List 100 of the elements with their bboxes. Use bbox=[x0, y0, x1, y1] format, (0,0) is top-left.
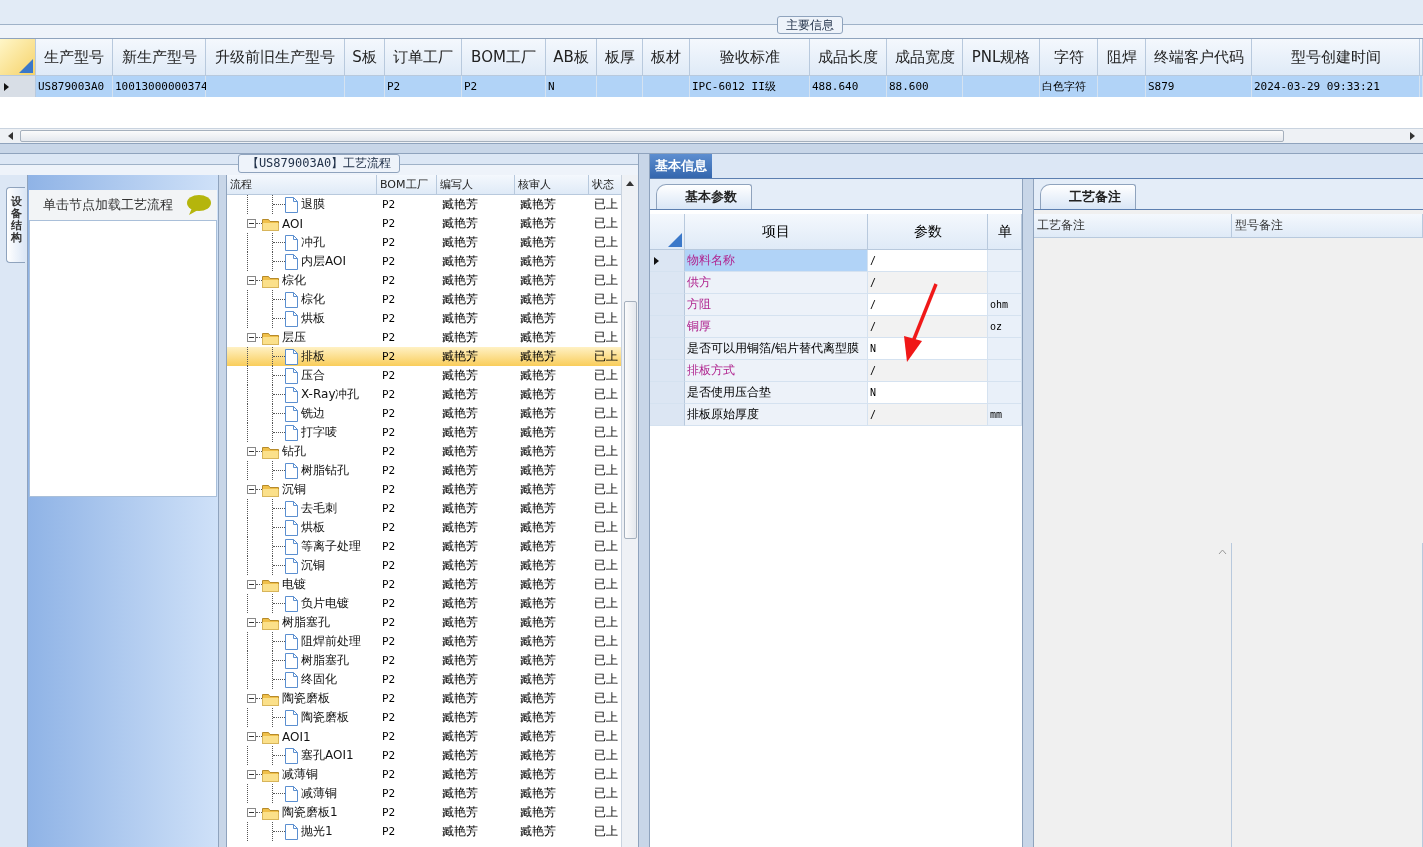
tree-row[interactable]: 减薄铜 P2 臧艳芳 臧艳芳 已上 bbox=[227, 784, 621, 803]
row-header[interactable] bbox=[0, 76, 36, 97]
side-tab[interactable]: 设备结构 bbox=[6, 187, 25, 264]
column-header[interactable]: 参数 bbox=[868, 214, 988, 250]
column-header[interactable]: 项目 bbox=[685, 214, 868, 250]
tree-row[interactable]: 减薄铜 P2 臧艳芳 臧艳芳 已上 bbox=[227, 765, 621, 784]
column-header[interactable]: 单 bbox=[988, 214, 1022, 250]
row-header[interactable] bbox=[650, 250, 685, 272]
column-header[interactable]: 工艺备注 bbox=[1034, 214, 1232, 238]
tree-node[interactable]: 阻焊前处理 bbox=[298, 633, 364, 650]
tree-row[interactable]: 阻焊前处理 P2 臧艳芳 臧艳芳 已上 bbox=[227, 632, 621, 651]
column-header[interactable]: 流程 bbox=[227, 175, 377, 194]
tree-row[interactable]: 树脂钻孔 P2 臧艳芳 臧艳芳 已上 bbox=[227, 461, 621, 480]
column-header[interactable]: 编写人 bbox=[437, 175, 515, 194]
tree-row[interactable]: 退膜 P2 臧艳芳 臧艳芳 已上 bbox=[227, 195, 621, 214]
splitter-bar[interactable] bbox=[218, 175, 227, 847]
tree-node[interactable]: 棕化 bbox=[298, 291, 328, 308]
tree-row[interactable]: 去毛刺 P2 臧艳芳 臧艳芳 已上 bbox=[227, 499, 621, 518]
tree-row[interactable]: 陶瓷磨板 P2 臧艳芳 臧艳芳 已上 bbox=[227, 708, 621, 727]
tree-row[interactable]: 沉铜 P2 臧艳芳 臧艳芳 已上 bbox=[227, 480, 621, 499]
tree-row[interactable]: 电镀 P2 臧艳芳 臧艳芳 已上 bbox=[227, 575, 621, 594]
tree-node[interactable]: 等离子处理 bbox=[298, 538, 364, 555]
tree-row[interactable]: 排板 P2 臧艳芳 臧艳芳 已上 bbox=[227, 347, 621, 366]
tree-row[interactable]: X-Ray冲孔 P2 臧艳芳 臧艳芳 已上 bbox=[227, 385, 621, 404]
column-header[interactable]: 板材 bbox=[643, 39, 690, 76]
tree-node[interactable]: 电镀 bbox=[279, 576, 309, 593]
collapse-icon[interactable] bbox=[247, 580, 256, 589]
tree-node[interactable]: 退膜 bbox=[298, 196, 328, 213]
collapse-icon[interactable] bbox=[247, 447, 256, 456]
scroll-right-icon[interactable] bbox=[1407, 131, 1417, 141]
tree-row[interactable]: 等离子处理 P2 臧艳芳 臧艳芳 已上 bbox=[227, 537, 621, 556]
tree-node[interactable]: 排板 bbox=[298, 348, 328, 365]
column-header[interactable]: BOM工厂 bbox=[462, 39, 546, 76]
column-header[interactable]: 型号备注 bbox=[1232, 214, 1423, 238]
tree-node[interactable]: 陶瓷磨板 bbox=[298, 709, 352, 726]
column-header[interactable]: 型号创建时间 bbox=[1252, 39, 1420, 76]
tree-row[interactable]: 冲孔 P2 臧艳芳 臧艳芳 已上 bbox=[227, 233, 621, 252]
tree-row[interactable]: 抛光1 P2 臧艳芳 臧艳芳 已上 bbox=[227, 822, 621, 841]
tab[interactable]: 基本信息 bbox=[650, 154, 712, 178]
tree-row[interactable]: 打字唛 P2 臧艳芳 臧艳芳 已上 bbox=[227, 423, 621, 442]
tree-row[interactable]: 烘板 P2 臧艳芳 臧艳芳 已上 bbox=[227, 518, 621, 537]
column-header[interactable]: 订单工厂 bbox=[385, 39, 462, 76]
tree-node[interactable]: 压合 bbox=[298, 367, 328, 384]
scroll-left-icon[interactable] bbox=[6, 131, 16, 141]
tree-row[interactable]: 塞孔AOI1 P2 臧艳芳 臧艳芳 已上 bbox=[227, 746, 621, 765]
tree-node[interactable]: 内层AOI bbox=[298, 253, 349, 270]
tree-node[interactable]: AOI bbox=[279, 216, 306, 231]
scrollbar[interactable] bbox=[0, 128, 1423, 143]
tree-node[interactable]: 负片电镀 bbox=[298, 595, 352, 612]
tree-row[interactable]: AOI P2 臧艳芳 臧艳芳 已上 bbox=[227, 214, 621, 233]
column-header[interactable]: 阻焊 bbox=[1098, 39, 1146, 76]
tree-node[interactable]: 层压 bbox=[279, 329, 309, 346]
tree-node[interactable]: 冲孔 bbox=[298, 234, 328, 251]
tree-node[interactable]: 塞孔AOI1 bbox=[298, 747, 357, 764]
column-header[interactable]: BOM工厂 bbox=[377, 175, 437, 194]
tree-row[interactable]: 陶瓷磨板1 P2 臧艳芳 臧艳芳 已上 bbox=[227, 803, 621, 822]
column-header[interactable]: S板 bbox=[345, 39, 385, 76]
collapse-icon[interactable] bbox=[247, 770, 256, 779]
scroll-up-icon[interactable] bbox=[625, 179, 635, 189]
tree-node[interactable]: 减薄铜 bbox=[279, 766, 321, 783]
column-header[interactable]: AB板 bbox=[546, 39, 597, 76]
collapse-icon[interactable] bbox=[247, 219, 256, 228]
tree-row[interactable]: 树脂塞孔 P2 臧艳芳 臧艳芳 已上 bbox=[227, 651, 621, 670]
tree-row[interactable]: 树脂塞孔 P2 臧艳芳 臧艳芳 已上 bbox=[227, 613, 621, 632]
splitter-bar[interactable] bbox=[1023, 179, 1034, 847]
scrollbar-thumb[interactable] bbox=[20, 130, 1284, 142]
column-header[interactable]: PNL规格 bbox=[963, 39, 1040, 76]
column-header[interactable]: 验收标准 bbox=[690, 39, 810, 76]
tree-row[interactable]: 内层AOI P2 臧艳芳 臧艳芳 已上 bbox=[227, 252, 621, 271]
tree-node[interactable]: 树脂塞孔 bbox=[298, 652, 352, 669]
tree-node[interactable]: 陶瓷磨板 bbox=[279, 690, 333, 707]
tree-node[interactable]: 减薄铜 bbox=[298, 785, 340, 802]
tree-row[interactable]: AOI1 P2 臧艳芳 臧艳芳 已上 bbox=[227, 727, 621, 746]
tree-node[interactable]: 钻孔 bbox=[279, 443, 309, 460]
collapse-icon[interactable] bbox=[247, 732, 256, 741]
tree-row[interactable]: 负片电镀 P2 臧艳芳 臧艳芳 已上 bbox=[227, 594, 621, 613]
tree-row[interactable]: 层压 P2 臧艳芳 臧艳芳 已上 bbox=[227, 328, 621, 347]
scrollbar[interactable] bbox=[621, 175, 638, 847]
tree-node[interactable]: 打字唛 bbox=[298, 424, 340, 441]
column-header[interactable]: 成品长度 bbox=[810, 39, 887, 76]
column-header[interactable]: 新生产型号 bbox=[113, 39, 206, 76]
scrollbar-thumb[interactable] bbox=[623, 301, 637, 539]
tree-node[interactable]: 烘板 bbox=[298, 519, 328, 536]
column-header[interactable]: 升级前旧生产型号 bbox=[206, 39, 345, 76]
column-header[interactable]: 核审人 bbox=[515, 175, 589, 194]
column-header[interactable]: 板厚 bbox=[597, 39, 643, 76]
column-header[interactable]: 成品宽度 bbox=[887, 39, 963, 76]
tree-node[interactable]: 去毛刺 bbox=[298, 500, 340, 517]
collapse-icon[interactable] bbox=[247, 694, 256, 703]
tree-row[interactable]: 烘板 P2 臧艳芳 臧艳芳 已上 bbox=[227, 309, 621, 328]
collapse-icon[interactable] bbox=[247, 276, 256, 285]
tree-node[interactable]: 终固化 bbox=[298, 671, 340, 688]
collapse-icon[interactable] bbox=[247, 485, 256, 494]
tree-node[interactable]: 沉铜 bbox=[298, 557, 328, 574]
tree-node[interactable]: 烘板 bbox=[298, 310, 328, 327]
column-header[interactable]: 字符 bbox=[1040, 39, 1098, 76]
tree-row[interactable]: 棕化 P2 臧艳芳 臧艳芳 已上 bbox=[227, 290, 621, 309]
tree-node[interactable]: 棕化 bbox=[279, 272, 309, 289]
tree-node[interactable]: 铣边 bbox=[298, 405, 328, 422]
tree-node[interactable]: 沉铜 bbox=[279, 481, 309, 498]
